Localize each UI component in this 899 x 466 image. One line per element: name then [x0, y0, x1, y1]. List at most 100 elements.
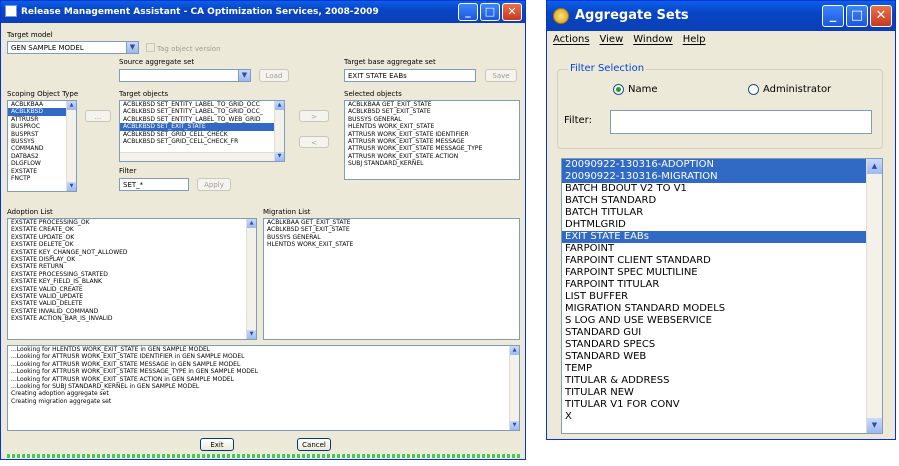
list-item[interactable]: ACBLKBSD SET_ENTITY_LABEL_TO_GRID_OCC [120, 101, 284, 108]
list-item[interactable]: Creating adoption aggregate set [8, 390, 519, 397]
list-item[interactable]: ATTRUSR WORK_EXIT_STATE IDENTIFIER [345, 131, 519, 138]
scroll-down-icon[interactable]: ▼ [247, 330, 256, 339]
scrollbar[interactable]: ▲ ▼ [66, 101, 76, 191]
radio-name[interactable]: Name [613, 84, 658, 95]
move-left-button[interactable]: < [299, 136, 329, 148]
list-item[interactable]: LIST BUFFER [562, 291, 882, 303]
exit-button[interactable]: Exit [200, 438, 234, 451]
radio-unselected-icon[interactable] [748, 84, 759, 95]
list-item[interactable]: EXSTATE UPDATE_OK [8, 234, 256, 241]
save-button[interactable]: Save [485, 69, 517, 82]
list-item[interactable]: ...Looking for ATTRUSR WORK_EXIT_STATE I… [8, 353, 519, 360]
list-item[interactable]: EXSTATE PROCESSING_OK [8, 219, 256, 226]
maximize-icon[interactable]: □ [480, 3, 500, 21]
adoption-list[interactable]: EXSTATE PROCESSING_OK EXSTATE CREATE_OK EX… [7, 218, 257, 340]
scroll-up-icon[interactable]: ▲ [67, 101, 76, 110]
list-item[interactable]: ACBLKBAA GET_EXIT_STATE [264, 219, 519, 226]
tag-object-version-checkbox[interactable]: Tag object version [146, 43, 221, 53]
scroll-down-icon[interactable]: ▼ [510, 421, 519, 430]
list-item[interactable]: ...Looking for HLENTDS WORK_EXIT_STATE i… [8, 346, 519, 353]
scroll-up-icon[interactable]: ▲ [510, 346, 519, 355]
list-item[interactable]: SUBJ STANDARD_KERNEL [345, 160, 519, 167]
list-item[interactable]: ACBLKBSD SET_ENTITY_LABEL_TO_GRID_OCC_ [120, 108, 284, 115]
list-item[interactable]: EXSTATE ACTION_BAR_IS_INVALID [8, 315, 256, 322]
add-scope-button[interactable]: ... [85, 110, 111, 122]
horizontal-scrollbar[interactable] [120, 152, 274, 161]
scoping-object-type-list[interactable]: ACBLKBAA ACBLKBSD ATTRUSR BUSPROC BUSPRST BUS… [7, 100, 77, 192]
list-item[interactable]: TEMP [562, 363, 882, 375]
list-item[interactable]: Creating migration aggregate set [8, 398, 519, 405]
scroll-down-icon[interactable]: ▼ [67, 182, 76, 191]
scroll-up-icon[interactable]: ▲ [247, 219, 256, 228]
list-item[interactable]: STANDARD SPECS [562, 339, 882, 351]
list-item[interactable]: MIGRATION STANDARD MODELS [562, 303, 882, 315]
list-item[interactable]: FARPOINT SPEC MULTILINE [562, 267, 882, 279]
scrollbar[interactable]: ▲ ▼ [274, 101, 284, 161]
list-item[interactable]: ATTRUSR WORK_EXIT_STATE MESSAGE [345, 138, 519, 145]
list-item[interactable]: BATCH TITULAR [562, 207, 882, 219]
close-icon[interactable]: ✕ [502, 3, 522, 21]
list-item[interactable]: TITULAR & ADDRESS [562, 375, 882, 387]
minimize-icon[interactable]: _ [458, 3, 478, 21]
list-item[interactable]: ATTRUSR WORK_EXIT_STATE MESSAGE_TYPE [345, 145, 519, 152]
list-item[interactable]: BUSSYS GENERAL [345, 116, 519, 123]
scrollbar[interactable]: ▲ ▼ [246, 219, 256, 339]
apply-button[interactable]: Apply [197, 178, 231, 191]
list-item[interactable]: EXSTATE DISPLAY_OK [8, 256, 256, 263]
list-item[interactable]: EXSTATE VALID_UPDATE [8, 293, 256, 300]
list-item[interactable]: EXSTATE INVALID_COMMAND [8, 308, 256, 315]
list-item[interactable]: ...Looking for SUBJ STANDARD_KERNEL in G… [8, 383, 519, 390]
list-item[interactable]: EXSTATE VALID_CREATE [8, 286, 256, 293]
list-item[interactable]: TITULAR NEW [562, 387, 882, 399]
scrollbar[interactable]: ▲ ▼ [866, 159, 882, 433]
menu-window[interactable]: Window [633, 31, 672, 49]
list-item[interactable]: ACBLKBSD SET_EXIT_STATE [120, 123, 284, 131]
minimize-icon[interactable]: _ [822, 5, 844, 27]
list-item[interactable]: ACBLKBSD SET_ENTITY_LABEL_TO_WEB_GRID [120, 116, 284, 123]
chevron-down-icon[interactable]: ▼ [126, 42, 138, 53]
list-item[interactable]: EXSTATE VALID_DELETE [8, 300, 256, 307]
list-item[interactable]: S LOG AND USE WEBSERVICE [562, 315, 882, 327]
list-item[interactable]: HLENTDS WORK_EXIT_STATE [264, 241, 519, 248]
scroll-down-icon[interactable]: ▼ [867, 418, 882, 433]
list-item[interactable]: EXSTATE KEY_FIELD_IS_BLANK [8, 278, 256, 285]
list-item[interactable]: ...Looking for ATTRUSR WORK_EXIT_STATE M… [8, 361, 519, 368]
load-button[interactable]: Load [259, 69, 289, 82]
list-item[interactable]: EXSTATE DELETE_OK [8, 241, 256, 248]
radio-selected-icon[interactable] [613, 84, 624, 95]
move-right-button[interactable]: > [299, 110, 329, 122]
title-bar[interactable]: Aggregate Sets _ □ ✕ [547, 1, 895, 31]
list-item[interactable]: EXSTATE RETURN [8, 263, 256, 270]
list-item[interactable]: 20090922-130316-ADOPTION [562, 159, 882, 171]
list-item[interactable]: ACBLKBSD SET_EXIT_STATE [345, 108, 519, 115]
scroll-up-icon[interactable]: ▲ [275, 101, 284, 110]
chevron-down-icon[interactable]: ▼ [238, 70, 250, 81]
scrollbar[interactable]: ▲ ▼ [509, 346, 519, 430]
maximize-icon[interactable]: □ [846, 5, 868, 27]
list-item[interactable]: EXSTATE CREATE_OK [8, 226, 256, 233]
list-item[interactable]: X [562, 411, 882, 423]
list-item[interactable]: ACBLKBSD SET_GRID_CELL_CHECK [120, 131, 284, 138]
list-item[interactable]: ACBLKBSD SET_GRID_CELL_CHECK_FR [120, 138, 284, 145]
list-item[interactable]: STANDARD WEB [562, 351, 882, 363]
migration-list[interactable]: ACBLKBAA GET_EXIT_STATE ACBLKBSD SET_EXIT… [263, 218, 520, 340]
list-item[interactable]: ACBLKBSD SET_EXIT_STATE [264, 226, 519, 233]
filter-input[interactable]: SET_* [119, 178, 189, 191]
selected-objects-list[interactable]: ACBLKBAA GET_EXIT_STATE ACBLKBSD SET_EXIT… [344, 100, 520, 180]
list-item[interactable]: ATTRUSR WORK_EXIT_STATE ACTION [345, 153, 519, 160]
aggregate-sets-list[interactable]: 20090922-130316-ADOPTION 20090922-130316-… [561, 158, 883, 434]
checkbox-icon[interactable] [146, 43, 155, 52]
list-item[interactable]: ACBLKBAA GET_EXIT_STATE [345, 101, 519, 108]
target-base-input[interactable]: EXIT STATE EABs [344, 69, 476, 82]
list-item[interactable]: DHTMLGRID [562, 219, 882, 231]
target-objects-list[interactable]: ACBLKBSD SET_ENTITY_LABEL_TO_GRID_OCC ACB… [119, 100, 285, 162]
target-model-select[interactable]: GEN SAMPLE MODEL ▼ [7, 41, 139, 54]
title-bar[interactable]: Release Management Assistant - CA Optimi… [1, 1, 525, 23]
cancel-button[interactable]: Cancel [297, 438, 331, 451]
radio-administrator[interactable]: Administrator [748, 84, 831, 95]
list-item[interactable]: STANDARD GUI [562, 327, 882, 339]
list-item[interactable]: HLENTDS WORK_EXIT_STATE [345, 123, 519, 130]
close-icon[interactable]: ✕ [870, 5, 892, 27]
source-aggregate-select[interactable]: ▼ [119, 69, 251, 82]
filter-input[interactable] [610, 110, 872, 134]
